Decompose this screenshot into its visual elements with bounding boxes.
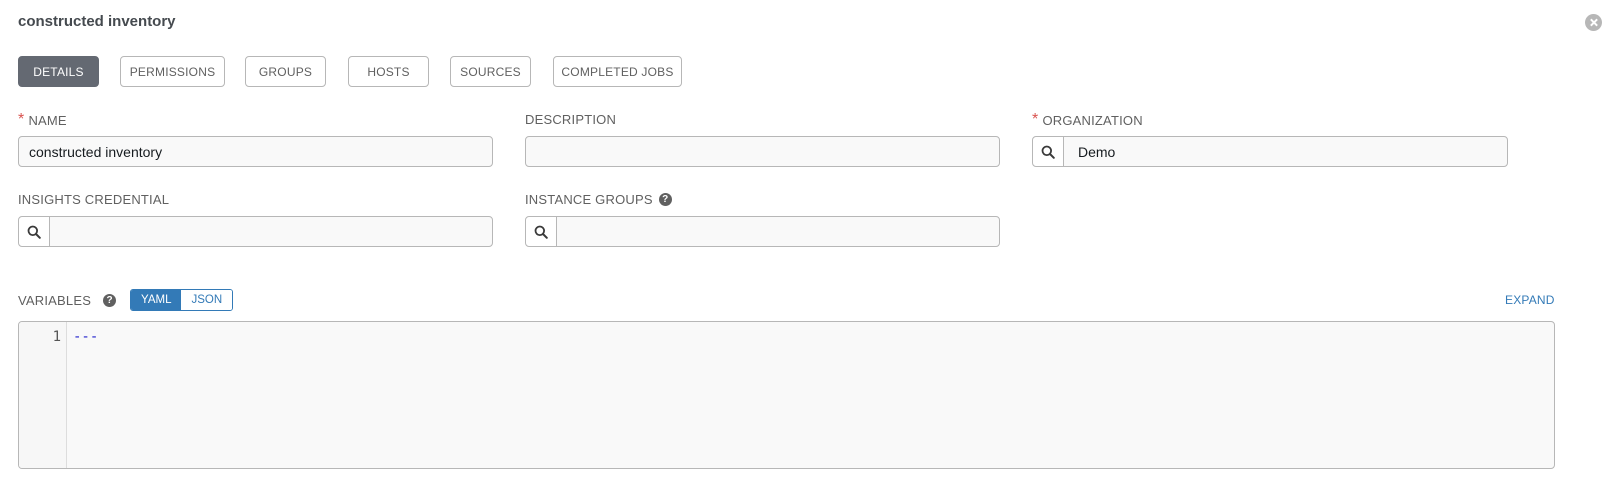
tab-hosts[interactable]: HOSTS [348,56,429,87]
name-label: * NAME [18,112,67,128]
description-input[interactable] [525,136,1000,167]
description-label-text: DESCRIPTION [525,112,617,127]
tab-groups[interactable]: GROUPS [245,56,326,87]
question-circle-icon[interactable]: ? [103,294,117,307]
required-marker: * [18,111,25,128]
instance-groups-lookup [525,216,1000,247]
name-input[interactable]: constructed inventory [18,136,493,167]
name-label-text: NAME [28,112,67,128]
variables-mode-toggle: YAML JSON [130,289,234,311]
organization-label-text: ORGANIZATION [1042,112,1143,128]
tab-sources[interactable]: SOURCES [450,56,531,87]
organization-value[interactable]: Demo [1064,137,1507,166]
insights-credential-lookup [18,216,493,247]
instance-groups-search-button[interactable] [526,217,557,246]
code-line: --- [73,329,99,345]
tab-details[interactable]: DETAILS [18,56,99,87]
variables-code-editor[interactable]: 1 --- [18,321,1555,469]
instance-groups-label: INSTANCE GROUPS ? [525,192,672,207]
variables-label-text: VARIABLES [18,293,92,308]
line-number-gutter: 1 [19,322,67,468]
insights-credential-search-button[interactable] [19,217,50,246]
search-icon [534,225,548,239]
variables-label: VARIABLES ? [18,293,117,308]
tab-completed-jobs[interactable]: COMPLETED JOBS [553,56,682,87]
close-icon[interactable] [1585,14,1602,31]
organization-label: * ORGANIZATION [1032,112,1143,128]
tab-permissions[interactable]: PERMISSIONS [120,56,225,87]
insights-credential-value[interactable] [50,217,492,246]
required-marker: * [1032,111,1039,128]
json-mode-button[interactable]: JSON [181,290,233,310]
search-icon [27,225,41,239]
description-label: DESCRIPTION [525,112,616,127]
expand-link[interactable]: EXPAND [1505,293,1555,307]
insights-credential-label: INSIGHTS CREDENTIAL [18,192,169,207]
code-area[interactable]: --- [67,322,1554,468]
organization-search-button[interactable] [1033,137,1064,166]
organization-lookup: Demo [1032,136,1508,167]
question-circle-icon[interactable]: ? [658,193,672,206]
search-icon [1041,145,1055,159]
yaml-mode-button[interactable]: YAML [131,290,182,310]
insights-credential-label-text: INSIGHTS CREDENTIAL [18,192,170,207]
page-title: constructed inventory [18,13,176,30]
instance-groups-label-text: INSTANCE GROUPS [525,192,653,207]
line-number: 1 [52,329,61,345]
inventory-details-panel: constructed inventory DETAILS PERMISSION… [0,0,1619,498]
instance-groups-value[interactable] [557,217,999,246]
